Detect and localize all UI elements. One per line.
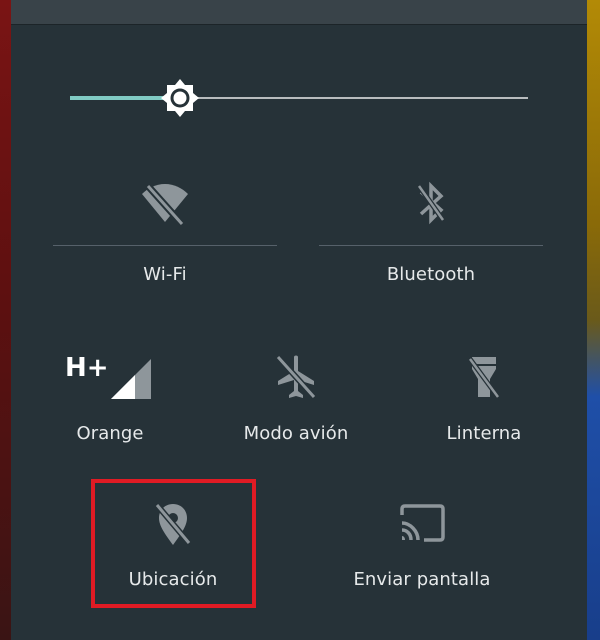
wifi-divider — [53, 245, 277, 246]
brightness-slider[interactable] — [70, 79, 528, 117]
bluetooth-tile[interactable]: Bluetooth — [319, 170, 543, 290]
flashlight-off-icon — [466, 353, 502, 401]
cast-icon — [398, 503, 446, 543]
bluetooth-off-icon — [413, 180, 449, 226]
cast-label: Enviar pantalla — [353, 569, 491, 590]
cast-tile[interactable]: Enviar pantalla — [340, 495, 504, 595]
wifi-tile[interactable]: Wi-Fi — [53, 170, 277, 290]
brightness-icon[interactable] — [160, 78, 200, 118]
wifi-label: Wi-Fi — [143, 264, 187, 285]
airplane-mode-label: Modo avión — [243, 423, 349, 444]
cell-signal-icon: H+ — [65, 351, 155, 403]
location-highlight-box — [91, 479, 256, 608]
airplane-icon — [274, 353, 318, 401]
airplane-mode-tile[interactable]: Modo avión — [226, 345, 366, 455]
bluetooth-divider — [319, 245, 543, 246]
status-bar — [11, 0, 587, 25]
wallpaper-right-edge — [587, 0, 600, 640]
flashlight-tile[interactable]: Linterna — [414, 345, 554, 455]
mobile-label: Orange — [76, 423, 144, 444]
mobile-data-tile[interactable]: H+ Orange — [40, 345, 180, 455]
network-type-label: H+ — [65, 353, 109, 383]
flashlight-label: Linterna — [446, 423, 522, 444]
wifi-off-icon — [140, 180, 190, 227]
wallpaper-left-edge — [0, 0, 11, 640]
bluetooth-label: Bluetooth — [386, 264, 476, 285]
